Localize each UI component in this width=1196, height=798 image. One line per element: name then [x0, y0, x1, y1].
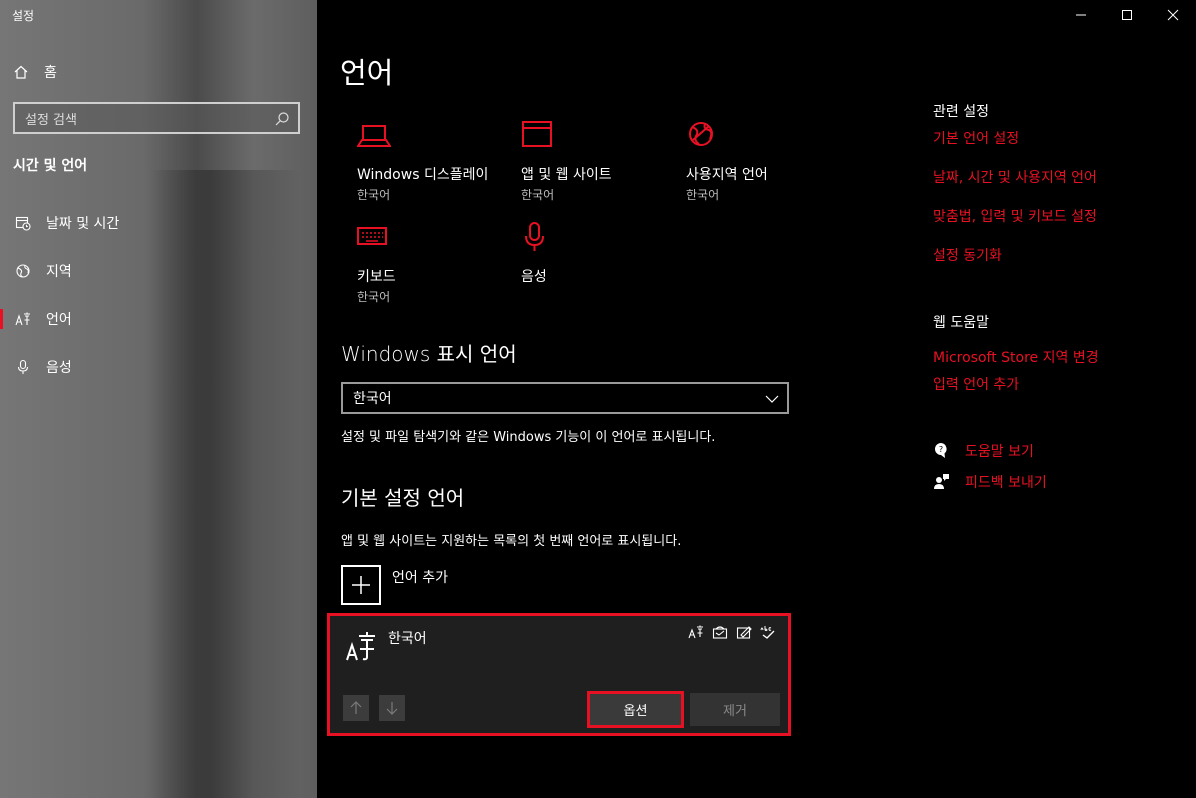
search-placeholder: 설정 검색	[25, 112, 77, 128]
tile-sub: 한국어	[686, 188, 720, 202]
search-input[interactable]: 설정 검색	[13, 102, 300, 134]
sidebar-item-date-time[interactable]: 날짜 및 시간	[0, 203, 317, 243]
sidebar-item-region[interactable]: 지역	[0, 251, 317, 291]
sidebar-section-title: 시간 및 언어	[13, 158, 88, 174]
feedback-link[interactable]: 피드백 보내기	[933, 472, 1047, 492]
tile-sub: 한국어	[521, 188, 555, 202]
globe-region-icon	[14, 262, 32, 280]
language-feature-icons	[688, 624, 778, 642]
minimize-icon	[1076, 14, 1086, 16]
handwriting-feature-icon	[736, 624, 754, 642]
add-language-button[interactable]: 언어 추가	[341, 565, 448, 605]
arrow-up-icon	[350, 701, 362, 714]
web-help-heading: 웹 도움말	[933, 315, 989, 331]
help-chat-icon: ?	[933, 442, 951, 460]
tile-windows-display[interactable]: Windows 디스플레이 한국어	[356, 120, 517, 203]
tile-name: 키보드	[357, 269, 396, 285]
minimize-button[interactable]	[1058, 0, 1104, 30]
display-language-heading: Windows 표시 언어	[341, 342, 517, 366]
calendar-clock-icon	[14, 214, 32, 232]
speech-feature-icon	[712, 624, 730, 642]
plus-icon	[352, 576, 370, 594]
sidebar-item-language[interactable]: 언어	[0, 299, 317, 339]
microphone-icon	[14, 358, 32, 376]
add-language-plus-box	[341, 565, 381, 605]
feedback-label: 피드백 보내기	[965, 475, 1047, 491]
arrow-down-icon	[386, 702, 398, 715]
related-settings-heading: 관련 설정	[933, 104, 989, 120]
move-up-button[interactable]	[343, 695, 369, 721]
globe-icon	[689, 122, 713, 146]
add-language-label: 언어 추가	[392, 570, 448, 586]
home-icon	[12, 63, 30, 81]
page-title: 언어	[340, 56, 394, 90]
link-change-store-region[interactable]: Microsoft Store 지역 변경	[933, 347, 1099, 367]
preferred-language-description: 앱 및 웹 사이트는 지원하는 목록의 첫 번째 언어로 표시됩니다.	[341, 534, 682, 549]
maximize-icon	[1122, 10, 1132, 20]
link-spelling-typing-keyboard[interactable]: 맞춤법, 입력 및 키보드 설정	[933, 206, 1097, 226]
link-date-time-region[interactable]: 날짜, 시간 및 사용지역 언어	[933, 167, 1097, 187]
remove-button[interactable]: 제거	[690, 693, 780, 726]
tile-sub: 한국어	[357, 290, 391, 304]
link-add-input-language[interactable]: 입력 언어 추가	[933, 374, 1019, 394]
language-card-korean[interactable]: 한국어 옵션 제거	[327, 613, 791, 736]
display-language-dropdown[interactable]: 한국어	[341, 382, 789, 414]
sidebar-item-label: 날짜 및 시간	[46, 216, 120, 232]
keyboard-icon	[357, 227, 387, 245]
language-glyph-icon	[346, 632, 375, 661]
options-button[interactable]: 옵션	[587, 691, 684, 728]
sidebar-item-label: 언어	[46, 312, 72, 328]
tile-keyboard[interactable]: 키보드 한국어	[357, 222, 517, 305]
sidebar-item-speech[interactable]: 음성	[0, 347, 317, 387]
get-help-link[interactable]: ? 도움말 보기	[933, 441, 1034, 461]
link-default-language-settings[interactable]: 기본 언어 설정	[933, 128, 1019, 148]
display-language-feature-icon	[688, 624, 706, 642]
link-sync-settings[interactable]: 설정 동기화	[933, 245, 1002, 265]
tile-name: 앱 및 웹 사이트	[521, 167, 612, 183]
browser-window-icon	[522, 121, 552, 147]
spellcheck-feature-icon	[760, 624, 778, 642]
microphone-icon	[525, 222, 544, 251]
close-button[interactable]	[1150, 0, 1196, 30]
sidebar-item-label: 지역	[46, 264, 72, 280]
tile-regional-format[interactable]: 사용지역 언어 한국어	[686, 120, 846, 203]
feedback-person-icon	[933, 473, 951, 491]
move-down-button[interactable]	[379, 695, 405, 721]
sidebar-item-label: 음성	[46, 360, 72, 376]
tile-name: Windows 디스플레이	[357, 167, 489, 183]
svg-text:?: ?	[939, 445, 943, 454]
language-icon	[14, 310, 32, 328]
preferred-language-heading: 기본 설정 언어	[341, 486, 465, 510]
language-name: 한국어	[388, 631, 427, 647]
tile-name: 음성	[521, 269, 547, 285]
tile-sub: 한국어	[357, 188, 391, 202]
tile-apps-websites[interactable]: 앱 및 웹 사이트 한국어	[521, 120, 681, 203]
nav-home[interactable]: 홈	[12, 56, 302, 88]
laptop-icon	[356, 125, 392, 147]
nav-home-label: 홈	[44, 65, 57, 81]
dropdown-selected-value: 한국어	[353, 391, 392, 407]
sidebar: 설정 홈 설정 검색 시간 및 언어 날짜 및 시간 지역 언어 음성	[0, 0, 317, 798]
tile-name: 사용지역 언어	[686, 167, 768, 183]
tile-speech[interactable]: 음성	[521, 222, 681, 286]
display-language-description: 설정 및 파일 탐색기와 같은 Windows 기능이 이 언어로 표시됩니다.	[341, 430, 716, 445]
close-icon	[1167, 9, 1179, 21]
chevron-down-icon	[765, 395, 779, 403]
search-icon	[275, 112, 289, 126]
maximize-button[interactable]	[1104, 0, 1150, 30]
app-title: 설정	[12, 9, 35, 23]
get-help-label: 도움말 보기	[965, 444, 1034, 460]
